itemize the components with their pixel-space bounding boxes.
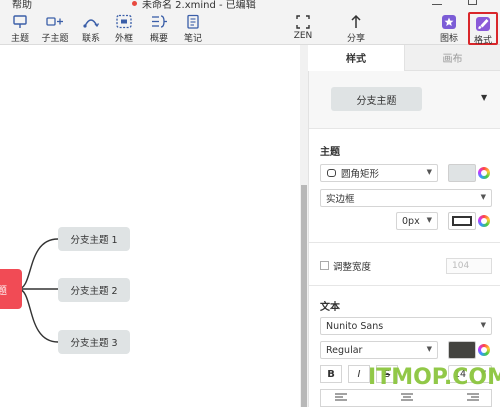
- branch-connectors: [17, 238, 59, 343]
- chevron-down-icon: ▼: [426, 168, 432, 176]
- share-icon: [347, 14, 365, 30]
- relationship-icon: [82, 14, 100, 30]
- note-label: 笔记: [183, 34, 202, 44]
- shape-value: 圆角矩形: [341, 169, 380, 180]
- style-preset-dropdown-icon[interactable]: ▼: [481, 93, 487, 102]
- boundary-button[interactable]: 外框: [113, 14, 135, 44]
- summary-button[interactable]: 概要: [148, 14, 170, 44]
- font-weight-dropdown[interactable]: Regular ▼: [320, 341, 438, 359]
- adjust-width-checkbox[interactable]: [320, 261, 329, 270]
- text-section-title: 文本: [320, 302, 340, 313]
- style-preset-select[interactable]: 分支主题: [331, 87, 422, 111]
- note-icon: [184, 14, 202, 30]
- align-left-icon: [335, 393, 347, 401]
- border-width-dropdown[interactable]: 0px ▼: [396, 212, 438, 230]
- icon-button[interactable]: 图标: [438, 14, 460, 44]
- window-minimize-icon[interactable]: [432, 4, 442, 5]
- italic-button[interactable]: I: [348, 365, 370, 383]
- border-width-value: 0px: [402, 215, 420, 227]
- brush-icon: [474, 16, 492, 32]
- subtopic-icon: [46, 14, 64, 30]
- watermark-logo: ITMOP.COM: [368, 365, 500, 390]
- branch-topic-3[interactable]: 分支主题 3: [58, 330, 130, 354]
- chevron-down-icon: ▼: [480, 193, 486, 201]
- adjust-width-label: 调整宽度: [333, 262, 372, 273]
- topic-label: 主题: [10, 34, 29, 44]
- font-weight-value: Regular: [326, 344, 363, 356]
- font-family-value: Nunito Sans: [326, 320, 384, 332]
- divider: [309, 285, 500, 286]
- topic-button[interactable]: 主题: [8, 14, 32, 44]
- color-wheel-icon[interactable]: [478, 344, 490, 356]
- star-icon: [440, 14, 458, 30]
- zen-button[interactable]: ZEN: [292, 14, 314, 44]
- chevron-down-icon: ▼: [480, 321, 486, 329]
- connector-1: [17, 238, 59, 290]
- subtopic-button[interactable]: 子主题: [40, 14, 70, 44]
- tab-canvas[interactable]: 画布: [404, 45, 500, 71]
- menu-help[interactable]: 帮助: [12, 0, 32, 11]
- align-center-icon: [401, 393, 413, 401]
- central-topic-label: 题: [0, 286, 7, 297]
- format-button[interactable]: 格式: [468, 12, 498, 46]
- boundary-icon: [115, 14, 133, 30]
- canvas-scrollbar-thumb[interactable]: [301, 185, 307, 407]
- branch-topic-1[interactable]: 分支主题 1: [58, 227, 130, 251]
- divider: [309, 242, 500, 243]
- topic-icon: [11, 14, 29, 30]
- icon-label: 图标: [439, 34, 458, 44]
- border-preview-icon: [452, 216, 472, 226]
- summary-icon: [150, 14, 168, 30]
- central-topic[interactable]: 题: [0, 269, 22, 309]
- border-style-value: 实边框: [326, 194, 355, 205]
- text-color-swatch[interactable]: [448, 341, 476, 359]
- share-button[interactable]: 分享: [345, 14, 367, 44]
- tab-style[interactable]: 样式: [308, 45, 404, 71]
- color-wheel-icon[interactable]: [478, 167, 490, 179]
- border-color-swatch[interactable]: [448, 212, 476, 230]
- boundary-label: 外框: [114, 34, 133, 44]
- zen-label: ZEN: [293, 31, 313, 41]
- window-maximize-icon[interactable]: [468, 0, 477, 5]
- share-label: 分享: [346, 34, 365, 44]
- shape-dropdown[interactable]: 圆角矩形 ▼: [320, 164, 438, 182]
- chevron-down-icon: ▼: [426, 216, 432, 224]
- summary-label: 概要: [149, 34, 168, 44]
- note-button[interactable]: 笔记: [182, 14, 204, 44]
- branch-topic-2[interactable]: 分支主题 2: [58, 278, 130, 302]
- topic-section-title: 主题: [320, 147, 340, 158]
- connector-3: [17, 288, 59, 343]
- subtopic-label: 子主题: [41, 34, 69, 44]
- width-input[interactable]: 104: [446, 258, 492, 274]
- align-right-icon: [467, 393, 479, 401]
- chevron-down-icon: ▼: [426, 345, 432, 353]
- fullscreen-icon: [294, 14, 312, 30]
- alignment-group: [320, 389, 492, 407]
- font-family-dropdown[interactable]: Nunito Sans ▼: [320, 317, 492, 335]
- unsaved-dot-icon: [132, 1, 137, 6]
- color-wheel-icon[interactable]: [478, 215, 490, 227]
- relationship-button[interactable]: 联系: [80, 14, 102, 44]
- border-style-dropdown[interactable]: 实边框 ▼: [320, 189, 492, 207]
- bold-button[interactable]: B: [320, 365, 342, 383]
- toolbar: 主题 子主题 联系 外框 概要 笔记 ZEN 分享 图标 格式: [0, 12, 500, 46]
- relationship-label: 联系: [81, 34, 100, 44]
- rounded-rect-icon: [327, 169, 336, 177]
- fill-color-swatch[interactable]: [448, 164, 476, 182]
- document-title: 未命名 2.xmind - 已编辑: [142, 0, 256, 11]
